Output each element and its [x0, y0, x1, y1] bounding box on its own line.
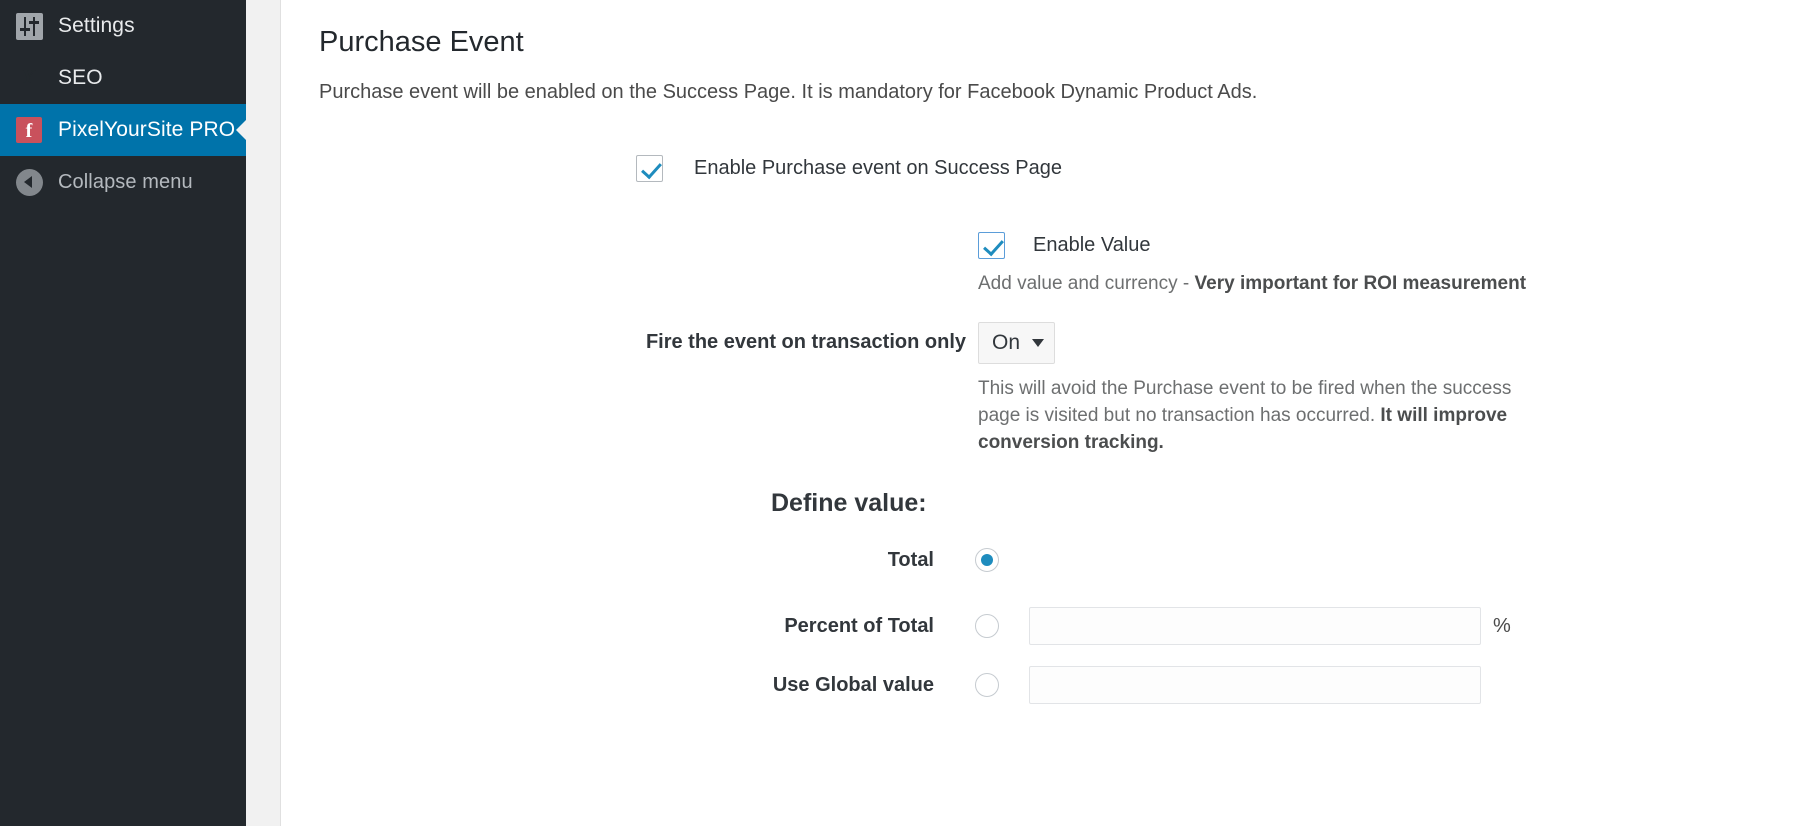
- fire-on-transaction-description: This will avoid the Purchase event to be…: [978, 376, 1543, 457]
- sidebar-item-collapse-menu[interactable]: Collapse menu: [0, 156, 246, 208]
- admin-sidebar: Settings Y SEO f PixelYourSite PRO Colla…: [0, 0, 246, 826]
- facebook-glyph: f: [25, 120, 33, 142]
- sidebar-item-pixelyoursite-pro[interactable]: f PixelYourSite PRO: [0, 104, 246, 156]
- sidebar-item-label-pixelyoursite-pro: PixelYourSite PRO: [58, 118, 236, 141]
- define-value-heading: Define value:: [771, 489, 927, 517]
- collapse-arrow-icon: [14, 167, 44, 197]
- page-title: Purchase Event: [319, 26, 524, 58]
- content-gutter: [246, 0, 281, 826]
- yoast-glyph: Y: [21, 65, 35, 88]
- use-global-value-input[interactable]: [1029, 666, 1481, 704]
- define-value-label-total: Total: [887, 548, 934, 571]
- enable-purchase-row: Enable Purchase event on Success Page: [636, 155, 1062, 182]
- define-value-row-percent-of-total: Percent of Total %: [636, 607, 1511, 645]
- define-value-label-percent-of-total: Percent of Total: [784, 614, 934, 637]
- intro-description: Purchase event will be enabled on the Su…: [319, 81, 1258, 103]
- define-value-label-use-global-value: Use Global value: [772, 673, 934, 696]
- enable-value-description-plain: Add value and currency -: [978, 273, 1195, 294]
- fire-on-transaction-label: Fire the event on transaction only: [645, 331, 966, 353]
- sidebar-item-label-collapse-menu: Collapse menu: [58, 170, 193, 193]
- yoast-seo-icon: Y: [14, 63, 44, 93]
- facebook-icon: f: [14, 115, 44, 145]
- enable-value-label: Enable Value: [1033, 234, 1151, 256]
- enable-purchase-label: Enable Purchase event on Success Page: [694, 157, 1063, 179]
- wordpress-admin-screen: Settings Y SEO f PixelYourSite PRO Colla…: [0, 0, 1798, 826]
- main-content: Purchase Event Purchase event will be en…: [281, 0, 1798, 826]
- sidebar-item-label-seo: SEO: [58, 66, 103, 89]
- sidebar-item-label-settings: Settings: [58, 14, 135, 37]
- fire-on-transaction-select[interactable]: On: [978, 322, 1056, 364]
- percent-suffix-label: %: [1493, 614, 1511, 637]
- enable-purchase-checkbox[interactable]: [636, 155, 663, 182]
- enable-value-row: Enable Value: [978, 232, 1151, 259]
- enable-value-description-bold: Very important for ROI measurement: [1194, 273, 1527, 294]
- define-value-radio-percent-of-total[interactable]: [975, 614, 999, 638]
- sidebar-item-seo[interactable]: Y SEO: [0, 52, 246, 104]
- define-value-row-use-global-value: Use Global value: [636, 666, 1481, 704]
- settings-sliders-icon: [14, 11, 44, 41]
- sidebar-item-settings[interactable]: Settings: [0, 0, 246, 52]
- enable-value-description: Add value and currency - Very important …: [978, 271, 1578, 298]
- define-value-radio-use-global-value[interactable]: [975, 673, 999, 697]
- fire-on-transaction-selected-value: On: [992, 331, 1021, 354]
- percent-of-total-input[interactable]: [1029, 607, 1481, 645]
- chevron-down-icon: [1032, 339, 1045, 347]
- define-value-radio-total[interactable]: [975, 548, 999, 572]
- define-value-row-total: Total: [636, 548, 999, 572]
- enable-value-checkbox[interactable]: [978, 232, 1005, 259]
